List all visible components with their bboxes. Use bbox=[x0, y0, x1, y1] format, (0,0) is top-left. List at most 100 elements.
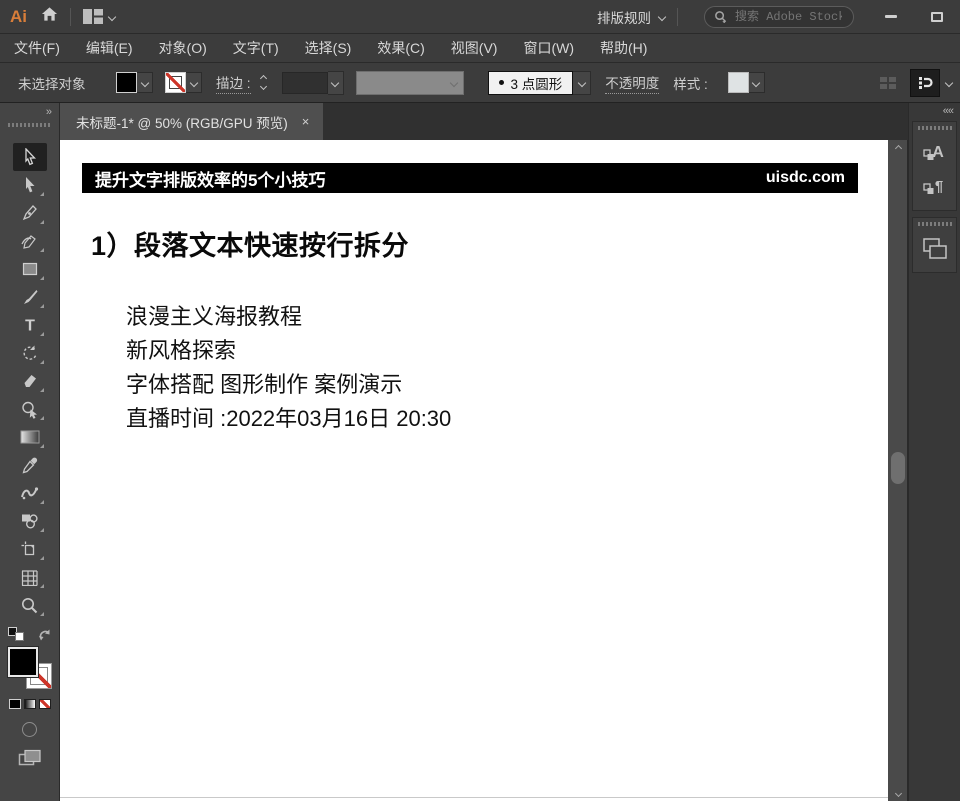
scroll-down-arrow[interactable] bbox=[888, 785, 908, 801]
align-icon bbox=[880, 77, 896, 89]
chevron-up-icon bbox=[894, 144, 901, 151]
none-mode-chip[interactable] bbox=[39, 699, 51, 709]
direct-selection-tool[interactable] bbox=[13, 171, 47, 199]
opacity-link[interactable]: 不透明度 bbox=[605, 72, 659, 94]
panel-glyph-icon bbox=[917, 75, 933, 91]
chevron-down-icon bbox=[140, 78, 148, 86]
stroke-color-swatch[interactable] bbox=[165, 72, 186, 93]
screen-mode-icon[interactable] bbox=[18, 749, 42, 767]
artboard-edge bbox=[60, 797, 888, 798]
scrollbar-thumb[interactable] bbox=[891, 452, 905, 484]
paintbrush-tool[interactable] bbox=[13, 283, 47, 311]
workspace-switcher[interactable]: 排版规则 bbox=[597, 7, 665, 27]
toolbar-grip[interactable] bbox=[8, 123, 51, 127]
tab-bar: » 未标题-1* @ 50% (RGB/GPU 预览) × bbox=[0, 103, 908, 140]
menu-window[interactable]: 窗口(W) bbox=[523, 38, 574, 58]
fill-color-dropdown-button[interactable] bbox=[137, 72, 153, 93]
brush-dropdown-button[interactable] bbox=[573, 71, 591, 95]
document-tab[interactable]: 未标题-1* @ 50% (RGB/GPU 预览) × bbox=[60, 103, 323, 140]
menu-file[interactable]: 文件(F) bbox=[14, 38, 60, 58]
menu-help[interactable]: 帮助(H) bbox=[600, 38, 647, 58]
default-fill-stroke-icon[interactable] bbox=[8, 627, 24, 641]
illustrator-window: Ai 排版规则 文件(F) 编辑(E) 对象(O) 文字(T) bbox=[0, 0, 960, 801]
artboards-icon[interactable] bbox=[918, 234, 952, 264]
character-styles-icon[interactable]: A bbox=[918, 138, 952, 168]
artboard-header-title: 提升文字排版效率的5个小技巧 bbox=[95, 166, 325, 191]
shape-builder-tool[interactable] bbox=[13, 395, 47, 423]
search-input[interactable] bbox=[733, 9, 844, 25]
panel-grip[interactable] bbox=[918, 222, 952, 226]
chevron-down-icon bbox=[658, 12, 666, 20]
menu-type[interactable]: 文字(T) bbox=[233, 38, 279, 58]
tools-panel: T bbox=[0, 140, 60, 801]
stroke-weight-dropdown-button[interactable] bbox=[328, 71, 344, 95]
menu-select[interactable]: 选择(S) bbox=[305, 38, 352, 58]
graphic-style-swatch[interactable] bbox=[728, 72, 749, 93]
dock-collapse-icon[interactable]: «« bbox=[943, 105, 953, 117]
fill-indicator-swatch[interactable] bbox=[8, 647, 38, 677]
gradient-mode-chip[interactable] bbox=[24, 699, 36, 709]
stroke-color-dropdown-button[interactable] bbox=[186, 72, 202, 93]
chevron-down-icon[interactable] bbox=[945, 78, 953, 86]
menu-view[interactable]: 视图(V) bbox=[451, 38, 498, 58]
minimize-button[interactable] bbox=[868, 4, 914, 30]
maximize-icon bbox=[931, 12, 943, 22]
rectangle-tool[interactable] bbox=[13, 255, 47, 283]
close-tab-icon[interactable]: × bbox=[302, 114, 310, 129]
pen-tool[interactable] bbox=[13, 199, 47, 227]
canvas[interactable]: 提升文字排版效率的5个小技巧 uisdc.com 1）段落文本快速按行拆分 浪漫… bbox=[60, 140, 888, 801]
stock-search-box[interactable] bbox=[704, 6, 854, 28]
vertical-scrollbar[interactable] bbox=[888, 140, 908, 801]
brush-definition-label: 3 点圆形 bbox=[511, 73, 563, 93]
type-tool[interactable]: T bbox=[13, 311, 47, 339]
right-panel-dock: «« A ¶ bbox=[908, 103, 960, 801]
artboard-header-site: uisdc.com bbox=[766, 169, 845, 187]
artboards-panel-group bbox=[912, 217, 957, 273]
color-controls bbox=[0, 627, 59, 767]
toolbar-header: » bbox=[0, 103, 60, 140]
scroll-up-arrow[interactable] bbox=[888, 140, 908, 156]
chevron-down-icon bbox=[108, 12, 116, 20]
panel-grip[interactable] bbox=[918, 126, 952, 130]
menu-object[interactable]: 对象(O) bbox=[159, 38, 207, 58]
menu-edit[interactable]: 编辑(E) bbox=[86, 38, 133, 58]
curvature-tool[interactable] bbox=[13, 227, 47, 255]
fill-color-swatch[interactable] bbox=[116, 72, 137, 93]
stroke-weight-stepper[interactable] bbox=[259, 73, 268, 92]
toolbar-collapse-icon[interactable]: » bbox=[46, 106, 51, 118]
stroke-panel-link[interactable]: 描边 : bbox=[216, 72, 251, 94]
divider bbox=[70, 8, 71, 26]
chevron-down-icon bbox=[752, 78, 760, 86]
rotate-tool[interactable] bbox=[13, 339, 47, 367]
control-panel-options-button[interactable] bbox=[910, 69, 940, 97]
home-icon[interactable] bbox=[41, 6, 58, 27]
drawing-mode-icon[interactable] bbox=[22, 722, 37, 737]
artboard-tool[interactable] bbox=[13, 535, 47, 563]
maximize-button[interactable] bbox=[914, 4, 960, 30]
eyedropper-tool[interactable] bbox=[13, 451, 47, 479]
stroke-weight-field[interactable] bbox=[282, 72, 328, 94]
arrange-documents-button[interactable] bbox=[83, 9, 115, 24]
width-tool[interactable] bbox=[13, 479, 47, 507]
swap-fill-stroke-icon[interactable] bbox=[38, 628, 52, 641]
menu-bar: 文件(F) 编辑(E) 对象(O) 文字(T) 选择(S) 效果(C) 视图(V… bbox=[0, 34, 960, 63]
perspective-grid-tool[interactable] bbox=[13, 563, 47, 591]
brush-definition-dropdown[interactable]: 3 点圆形 bbox=[488, 71, 574, 95]
color-mode-chip[interactable] bbox=[9, 699, 21, 709]
zoom-tool[interactable] bbox=[13, 591, 47, 619]
chevron-down-icon bbox=[449, 78, 457, 86]
style-dropdown-button[interactable] bbox=[749, 72, 765, 93]
paragraph-styles-icon[interactable]: ¶ bbox=[918, 172, 952, 202]
eraser-tool[interactable] bbox=[13, 367, 47, 395]
app-bar: Ai 排版规则 bbox=[0, 0, 960, 34]
control-bar: 未选择对象 描边 : 3 点圆形 不透明度 样式 : bbox=[0, 63, 960, 103]
gradient-tool[interactable] bbox=[13, 423, 47, 451]
symbol-shapes-tool[interactable] bbox=[13, 507, 47, 535]
menu-effect[interactable]: 效果(C) bbox=[377, 38, 424, 58]
artboard-header-bar: 提升文字排版效率的5个小技巧 uisdc.com bbox=[82, 163, 858, 193]
artboard-heading: 1）段落文本快速按行拆分 bbox=[91, 224, 409, 263]
selection-tool[interactable] bbox=[13, 143, 47, 171]
workspace-label: 排版规则 bbox=[597, 7, 651, 27]
svg-text:T: T bbox=[25, 318, 35, 335]
chevron-down-icon bbox=[578, 78, 586, 86]
